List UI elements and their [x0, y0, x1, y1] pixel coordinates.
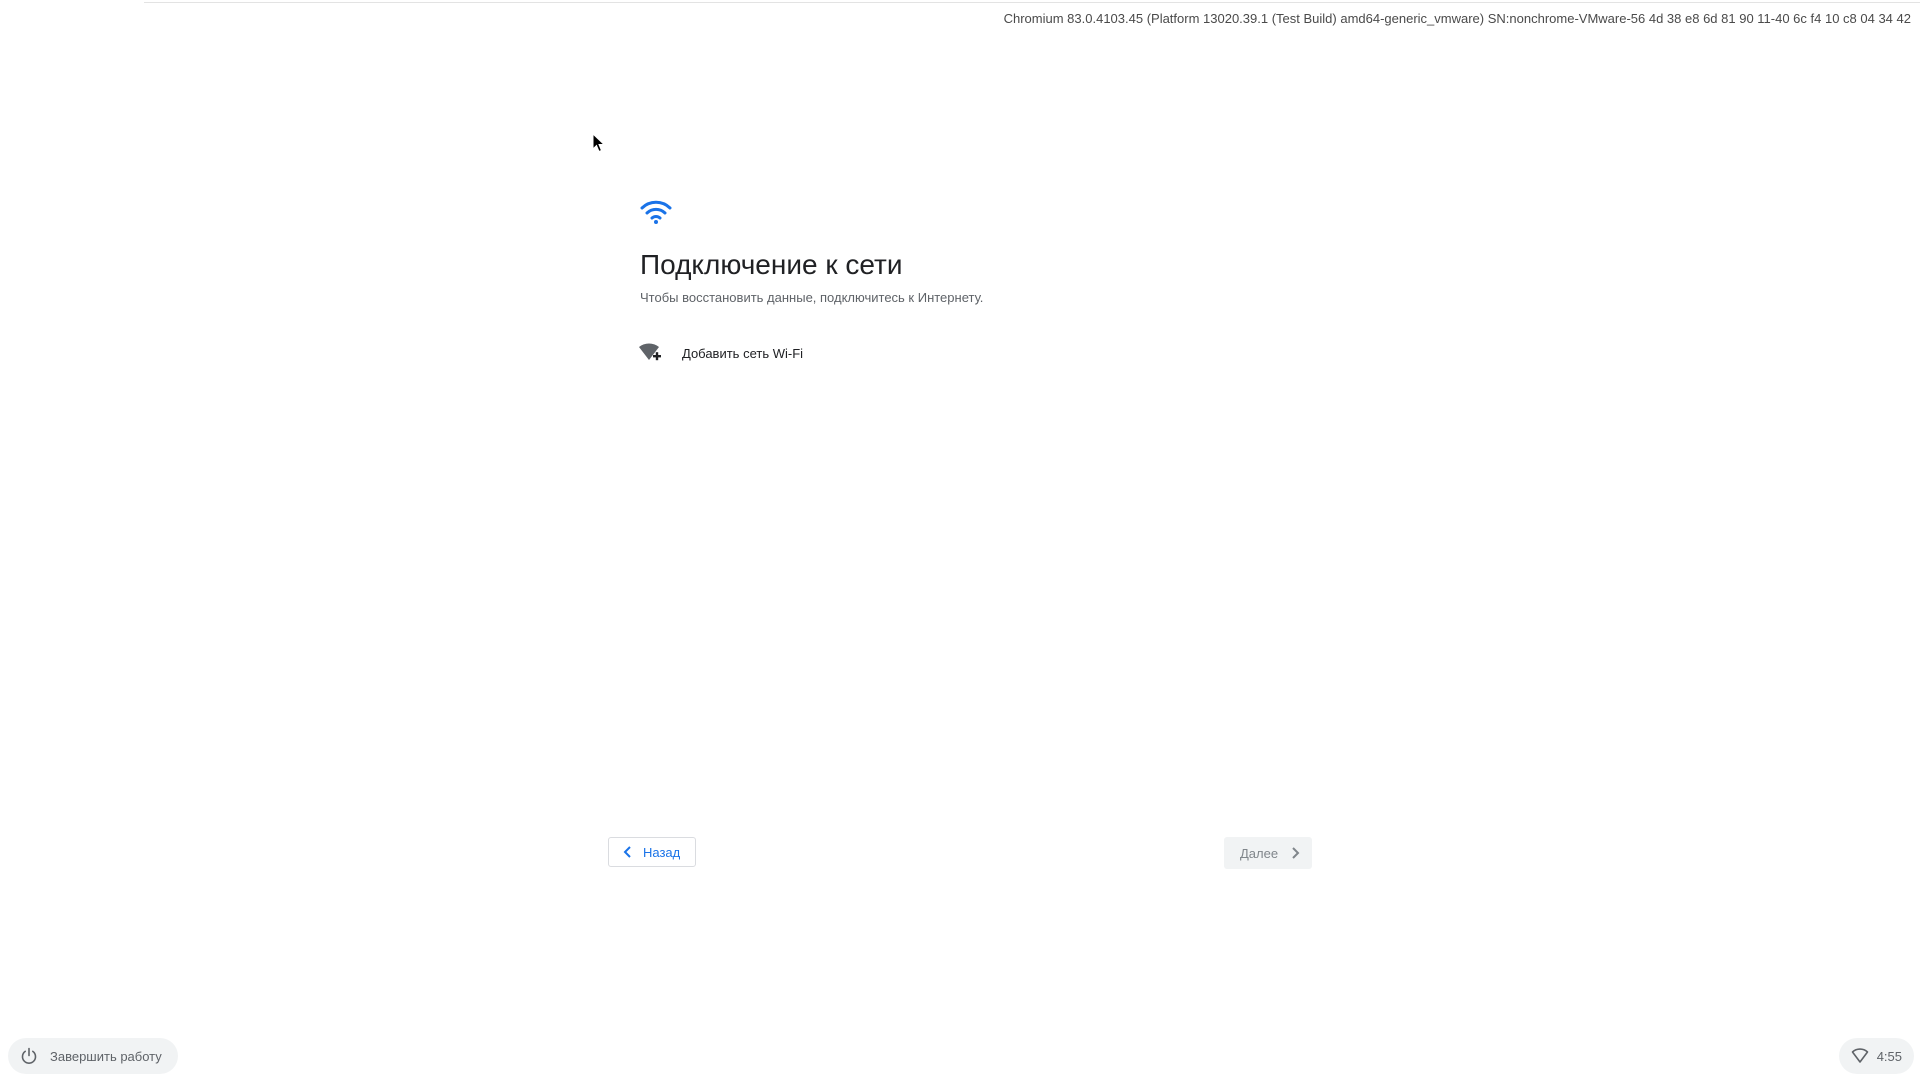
network-icon: [1851, 1048, 1868, 1063]
mouse-cursor-icon: [592, 133, 606, 153]
power-icon: [21, 1047, 37, 1064]
back-button[interactable]: Назад: [608, 837, 696, 867]
back-button-label: Назад: [643, 844, 681, 860]
page-title: Подключение к сети: [640, 249, 903, 280]
next-button[interactable]: Далее: [1224, 837, 1312, 869]
wifi-add-icon: [638, 341, 664, 365]
add-wifi-network-button[interactable]: Добавить сеть Wi-Fi: [638, 339, 803, 367]
page-subtitle: Чтобы восстановить данные, подключитесь …: [640, 290, 984, 305]
wifi-icon: [640, 200, 672, 224]
chevron-left-icon: [623, 846, 631, 858]
status-tray[interactable]: 4:55: [1838, 1038, 1914, 1074]
network-dialog: Подключение к сети Чтобы восстановить да…: [608, 195, 1312, 885]
oobe-screen: Chromium 83.0.4103.45 (Platform 13020.39…: [0, 0, 1920, 1080]
next-button-label: Далее: [1240, 845, 1279, 861]
add-wifi-network-label: Добавить сеть Wi-Fi: [682, 345, 804, 361]
chevron-right-icon: [1292, 847, 1300, 859]
clock-time: 4:55: [1876, 1048, 1902, 1064]
version-info: Chromium 83.0.4103.45 (Platform 13020.39…: [1003, 11, 1911, 26]
shutdown-button-label: Завершить работу: [50, 1048, 162, 1064]
shutdown-button[interactable]: Завершить работу: [8, 1038, 178, 1074]
top-divider: [144, 2, 1920, 3]
